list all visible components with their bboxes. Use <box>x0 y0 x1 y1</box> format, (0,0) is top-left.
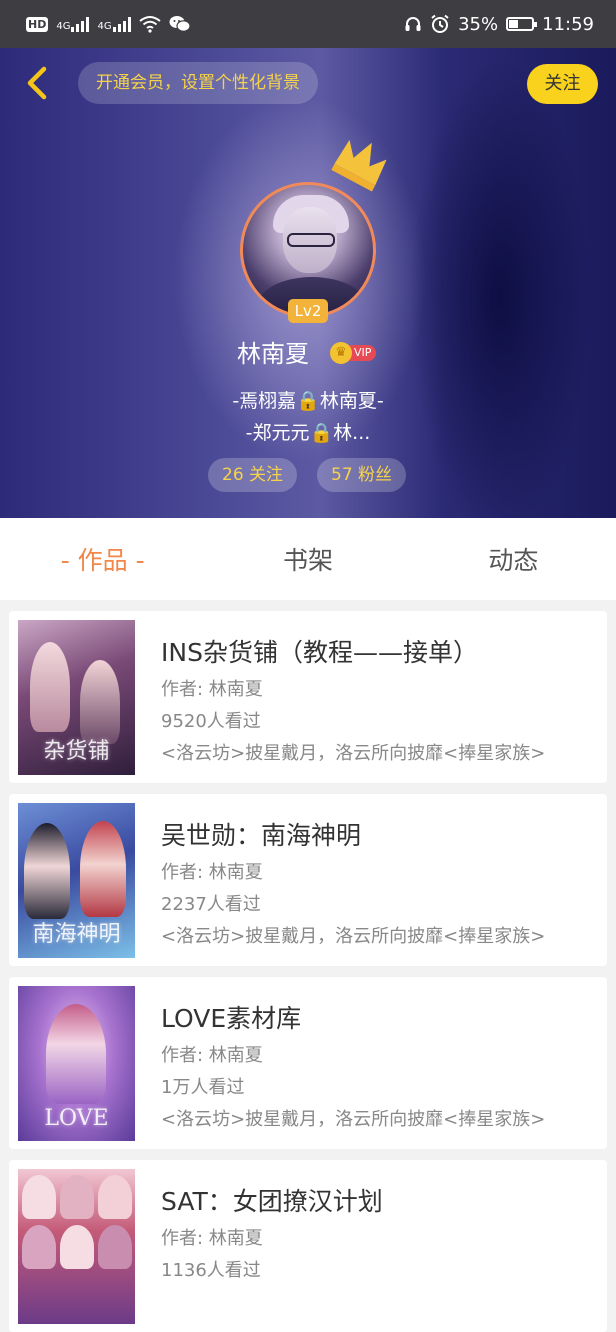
network-label: 4G <box>56 21 71 32</box>
clock: 11:59 <box>542 13 594 35</box>
book-author: 作者: 林南夏 <box>161 1045 263 1066</box>
list-item[interactable]: 南海神明 吴世勋：南海神明 作者: 林南夏 2237人看过 <洛云坊>披星戴月，… <box>9 794 607 966</box>
profile-tabs: - 作品 - 书架 动态 <box>0 518 616 600</box>
headset-icon <box>405 17 421 31</box>
cover-text: 南海神明 <box>32 922 121 947</box>
status-left: HD 4G 4G <box>26 15 191 33</box>
signal-icon: 4G <box>97 16 131 32</box>
cover-text: 杂货铺 <box>43 739 110 764</box>
book-views: 1136人看过 <box>161 1260 261 1281</box>
book-cover[interactable]: 南海神明 <box>18 803 135 958</box>
book-title: 吴世勋：南海神明 <box>161 821 362 850</box>
signal-icon: 4G <box>56 16 90 32</box>
list-item[interactable]: SAT：女团撩汉计划 作者: 林南夏 1136人看过 <box>9 1160 607 1332</box>
avatar[interactable] <box>240 182 376 318</box>
book-views: 9520人看过 <box>161 711 261 732</box>
book-description: <洛云坊>披星戴月，洛云所向披靡<捧星家族> <box>161 743 546 764</box>
cover-text: LOVE <box>44 1106 109 1131</box>
tab-works[interactable]: - 作品 - <box>0 541 205 577</box>
book-cover[interactable]: LOVE <box>18 986 135 1141</box>
signature-line-2: -郑元元🔒林... <box>245 422 371 444</box>
book-title: SAT：女团撩汉计划 <box>161 1187 383 1216</box>
wechat-icon <box>169 16 191 32</box>
network-label: 4G <box>97 21 112 32</box>
crown-icon <box>331 139 387 192</box>
hd-icon: HD <box>26 16 49 32</box>
book-author: 作者: 林南夏 <box>161 1228 263 1249</box>
status-bar: HD 4G 4G 35% 11:59 <box>0 0 616 48</box>
vip-background-banner[interactable]: 开通会员，设置个性化背景 <box>78 62 318 104</box>
list-item[interactable]: 杂货铺 INS杂货铺（教程——接单） 作者: 林南夏 9520人看过 <洛云坊>… <box>9 611 607 783</box>
book-author: 作者: 林南夏 <box>161 862 263 883</box>
list-item[interactable]: LOVE LOVE素材库 作者: 林南夏 1万人看过 <洛云坊>披星戴月，洛云所… <box>9 977 607 1149</box>
profile-header: 开通会员，设置个性化背景 关注 Lv2 林南夏 VIP ♛ -焉栩嘉🔒林南夏- … <box>0 48 616 518</box>
battery-percent: 35% <box>458 13 499 35</box>
user-name: 林南夏 <box>237 340 309 368</box>
book-description: <洛云坊>披星戴月，洛云所向披靡<捧星家族> <box>161 1109 546 1130</box>
wifi-icon <box>138 16 161 33</box>
chevron-left-icon[interactable] <box>20 66 54 100</box>
status-right: 35% 11:59 <box>404 14 594 35</box>
book-title: LOVE素材库 <box>161 1004 302 1033</box>
book-description: <洛云坊>披星戴月，洛云所向披靡<捧星家族> <box>161 926 546 947</box>
following-count[interactable]: 26 关注 <box>208 458 298 492</box>
book-author: 作者: 林南夏 <box>161 679 263 700</box>
tab-bookshelf[interactable]: 书架 <box>205 541 410 577</box>
book-cover[interactable]: 杂货铺 <box>18 620 135 775</box>
tab-activity[interactable]: 动态 <box>411 541 616 577</box>
book-views: 1万人看过 <box>161 1077 245 1098</box>
follow-button[interactable]: 关注 <box>527 64 598 104</box>
book-cover[interactable] <box>18 1169 135 1324</box>
level-badge: Lv2 <box>288 299 328 323</box>
signature-line-1: -焉栩嘉🔒林南夏- <box>232 390 384 412</box>
vip-badge: VIP ♛ <box>330 342 382 364</box>
book-views: 2237人看过 <box>161 894 261 915</box>
alarm-icon <box>431 14 449 33</box>
vip-crown-icon: ♛ <box>330 342 352 364</box>
battery-icon <box>506 17 538 31</box>
fans-count[interactable]: 57 粉丝 <box>317 458 407 492</box>
book-title: INS杂货铺（教程——接单） <box>161 638 478 667</box>
